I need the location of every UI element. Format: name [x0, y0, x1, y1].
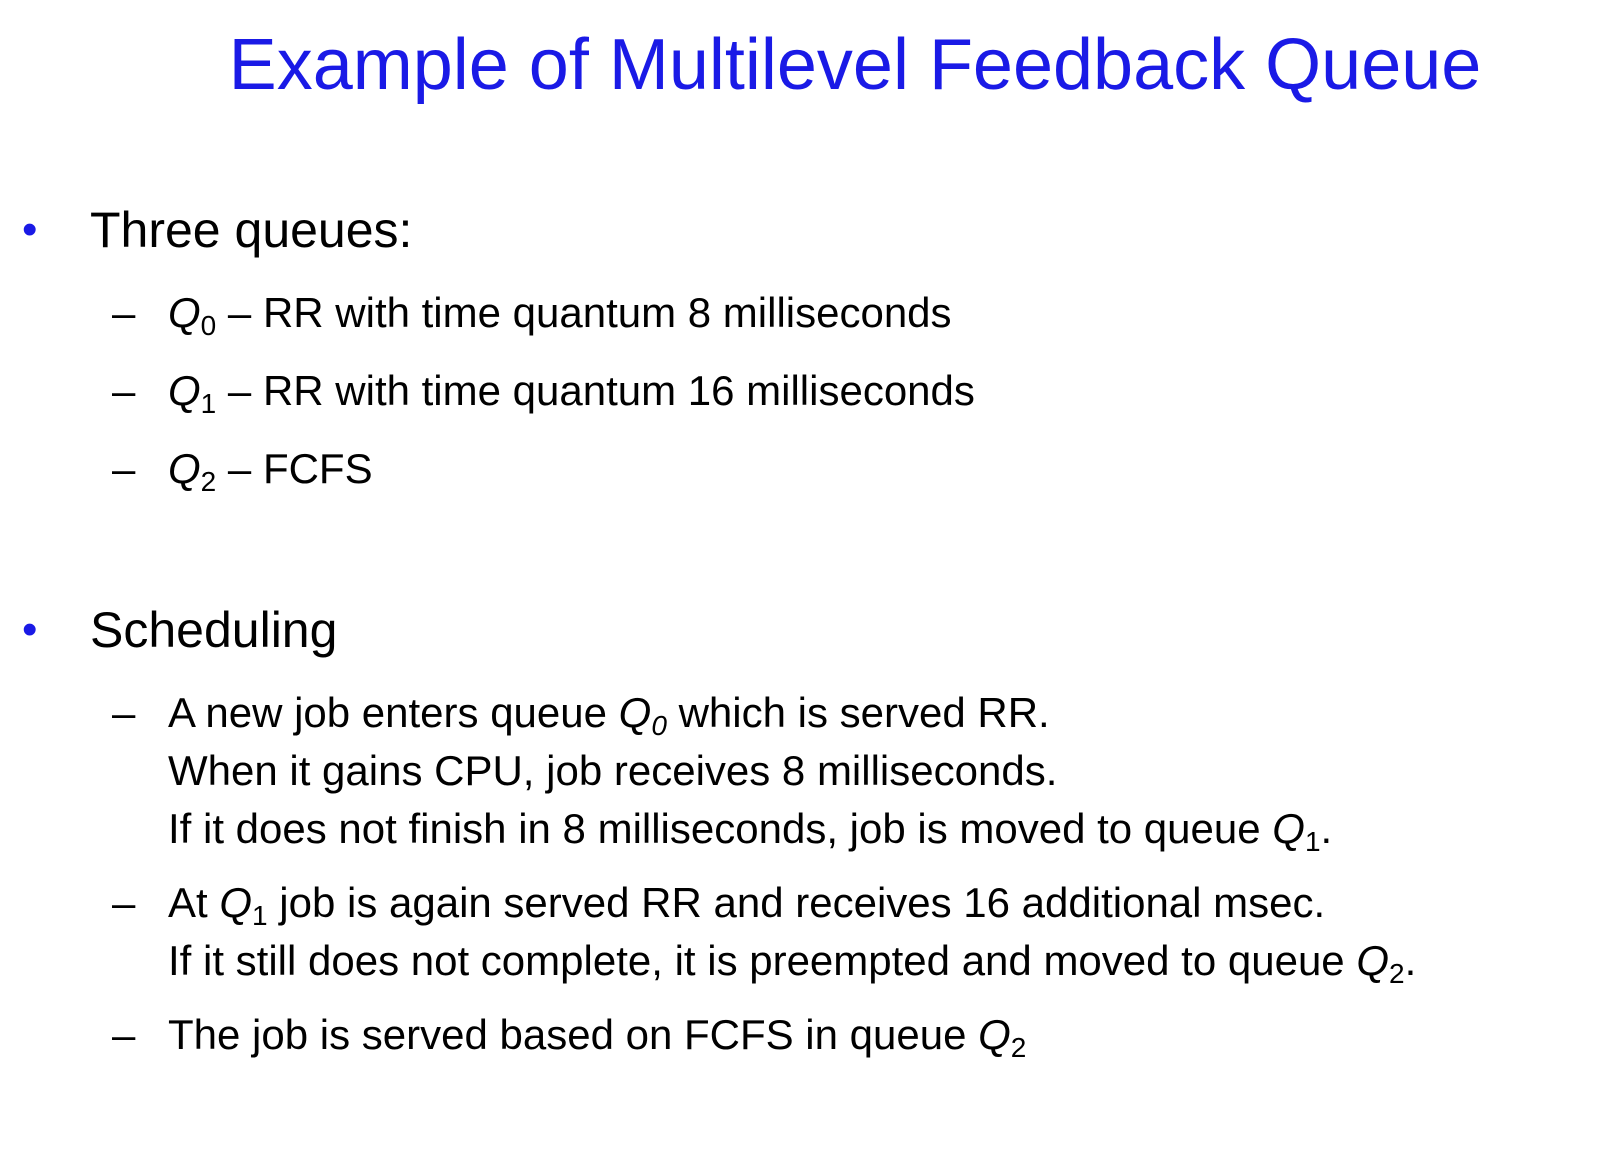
- sub-item-text: Q2 – FCFS: [168, 445, 373, 497]
- queue-symbol: Q0: [168, 289, 217, 341]
- queue-symbol: Q1: [168, 367, 217, 419]
- text-line: If it still does not complete, it is pre…: [168, 937, 1417, 989]
- sub-dash: –: [112, 445, 136, 492]
- sub-dash: –: [112, 367, 136, 414]
- text-line: The job is served based on FCFS in queue…: [168, 1011, 1027, 1063]
- text-line: A new job enters queue Q0 which is serve…: [168, 689, 1050, 741]
- sub-item-text: Q1 – RR with time quantum 16 millisecond…: [168, 367, 975, 419]
- queue-symbol: Q0: [618, 689, 667, 741]
- queue-symbol: Q2: [168, 445, 217, 497]
- bullet-heading: Three queues:: [90, 202, 413, 258]
- bullet-dot: •: [22, 605, 38, 654]
- text-line: At Q1 job is again served RR and receive…: [168, 879, 1326, 931]
- bullet-heading: Scheduling: [90, 602, 338, 658]
- sub-dash: –: [112, 879, 136, 926]
- sub-dash: –: [112, 289, 136, 336]
- slide-title: Example of Multilevel Feedback Queue: [228, 25, 1482, 105]
- text-line: If it does not finish in 8 milliseconds,…: [168, 805, 1333, 857]
- sub-item-text: Q0 – RR with time quantum 8 milliseconds: [168, 289, 952, 341]
- queue-symbol: Q1: [219, 879, 268, 931]
- queue-symbol: Q2: [1356, 937, 1405, 989]
- sub-item-text: At Q1 job is again served RR and receive…: [168, 874, 1416, 990]
- bullet-dot: •: [22, 205, 38, 254]
- slide: Example of Multilevel Feedback Queue • T…: [0, 0, 1620, 1154]
- queue-symbol: Q2: [978, 1011, 1027, 1063]
- sub-dash: –: [112, 689, 136, 736]
- text-line: When it gains CPU, job receives 8 millis…: [168, 747, 1058, 794]
- sub-dash: –: [112, 1011, 136, 1058]
- sub-item-text: The job is served based on FCFS in queue…: [168, 1006, 1026, 1064]
- sub-item-text: A new job enters queue Q0 which is serve…: [168, 684, 1332, 858]
- queue-symbol: Q1: [1272, 805, 1321, 857]
